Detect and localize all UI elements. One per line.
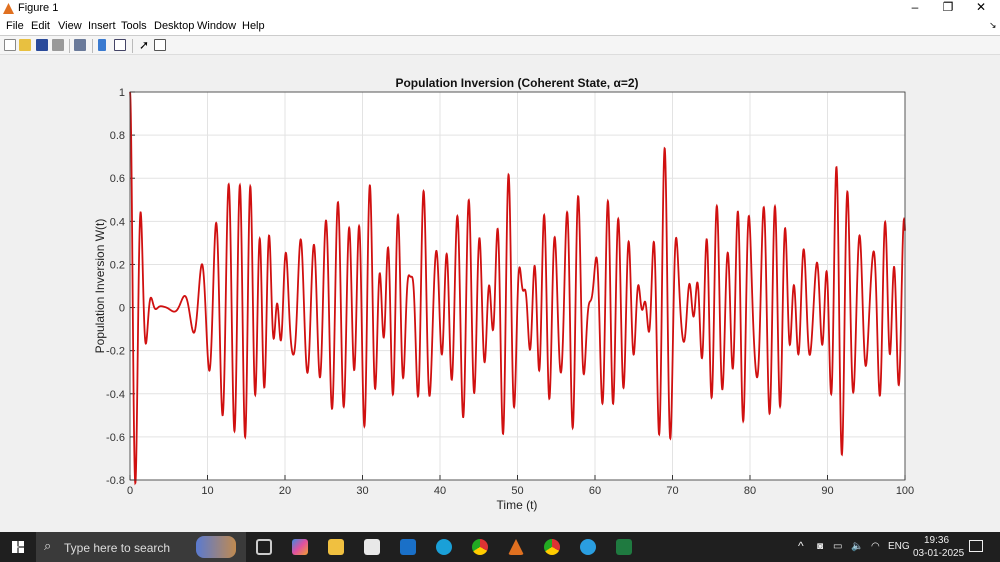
toolbar-divider [69, 39, 70, 53]
meet-now-icon[interactable]: ◙ [817, 541, 823, 552]
toolbar: ➚ [0, 35, 1000, 55]
menu-help[interactable]: Help [242, 20, 265, 32]
battery-icon[interactable]: ▭ [833, 541, 842, 552]
menu-window[interactable]: Window [197, 20, 236, 32]
new-figure-icon[interactable] [4, 39, 16, 51]
wifi-icon[interactable]: ◠ [871, 541, 880, 552]
y-tick-label: 0.2 [110, 259, 125, 271]
x-tick-label: 90 [821, 485, 833, 497]
open-file-icon[interactable] [19, 39, 31, 51]
menu-view[interactable]: View [58, 20, 82, 32]
y-tick-label: 1 [119, 87, 125, 99]
chart-title: Population Inversion (Coherent State, α=… [395, 76, 638, 90]
menu-file[interactable]: File [6, 20, 24, 32]
window-title: Figure 1 [18, 2, 59, 14]
y-tick-label: 0 [119, 303, 125, 315]
property-inspector-icon[interactable] [154, 39, 166, 51]
search-placeholder: Type here to search [64, 541, 171, 555]
file-explorer-icon[interactable] [328, 539, 344, 555]
matlab-logo-icon [3, 3, 14, 14]
x-tick-label: 50 [511, 485, 523, 497]
clock-time[interactable]: 19:36 [924, 535, 949, 546]
telegram-icon[interactable] [580, 539, 596, 555]
toolbar-divider [132, 39, 133, 53]
menu-tools[interactable]: Tools [121, 20, 147, 32]
clock-date[interactable]: 03-01-2025 [913, 548, 964, 559]
menu-desktop[interactable]: Desktop [154, 20, 194, 32]
taskbar: ⌕ Type here to search ^ ◙ ▭ 🔈 ◠ ENG 19:3… [0, 532, 1000, 562]
outlook-icon[interactable] [400, 539, 416, 555]
menu-insert[interactable]: Insert [88, 20, 116, 32]
x-tick-label: 100 [896, 485, 914, 497]
task-view-icon[interactable] [256, 539, 272, 555]
menu-edit[interactable]: Edit [31, 20, 50, 32]
x-tick-label: 10 [201, 485, 213, 497]
notifications-icon[interactable] [969, 540, 983, 552]
taskbar-search-box[interactable]: ⌕ Type here to search [36, 532, 246, 562]
x-tick-label: 30 [356, 485, 368, 497]
chrome-profile-icon[interactable] [544, 539, 560, 555]
pointer-icon[interactable]: ➚ [139, 39, 151, 51]
search-icon: ⌕ [44, 538, 52, 553]
y-axis-label: Population Inversion W(t) [93, 219, 107, 354]
microsoft-store-icon[interactable] [364, 539, 380, 555]
x-tick-label: 80 [744, 485, 756, 497]
volume-icon[interactable]: 🔈 [851, 541, 863, 552]
excel-icon[interactable] [616, 539, 632, 555]
toolbar-divider [92, 39, 93, 53]
x-tick-label: 0 [127, 485, 133, 497]
x-tick-label: 20 [279, 485, 291, 497]
y-tick-label: -0.4 [106, 389, 125, 401]
legend-icon[interactable] [114, 39, 126, 51]
cricket-search-highlight-icon[interactable] [196, 536, 236, 558]
y-tick-label: -0.6 [106, 432, 125, 444]
language-indicator[interactable]: ENG [888, 541, 910, 552]
y-tick-label: 0.8 [110, 130, 125, 142]
restore-button[interactable]: ❐ [933, 0, 963, 17]
close-button[interactable]: ✕ [966, 0, 996, 17]
y-tick-label: -0.2 [106, 346, 125, 358]
x-tick-label: 60 [589, 485, 601, 497]
dock-arrow-icon[interactable]: ↘ [989, 20, 997, 31]
y-tick-label: 0.4 [110, 216, 125, 228]
minimize-button[interactable]: – [900, 0, 930, 17]
save-icon[interactable] [36, 39, 48, 51]
matlab-taskbar-icon[interactable] [508, 539, 524, 555]
edge-icon[interactable] [436, 539, 452, 555]
x-tick-label: 70 [666, 485, 678, 497]
windows-start-icon[interactable] [12, 541, 24, 553]
figure-canvas: 0 10 20 30 40 50 60 70 80 90 100 -0.8 -0.6 -0.4 -0.2 0 0… [93, 76, 914, 512]
show-hidden-icons-button[interactable]: ^ [798, 539, 804, 553]
menu-bar: File Edit View Insert Tools Desktop Wind… [0, 17, 1000, 35]
chrome-icon[interactable] [472, 539, 488, 555]
x-tick-label: 40 [434, 485, 446, 497]
colorbar-icon[interactable] [98, 39, 106, 51]
title-bar: Figure 1 – ❐ ✕ [0, 0, 1000, 17]
y-tick-label: 0.6 [110, 173, 125, 185]
print-icon[interactable] [52, 39, 64, 51]
x-axis-label: Time (t) [497, 498, 538, 512]
copilot-icon[interactable] [292, 539, 308, 555]
y-tick-label: -0.8 [106, 475, 125, 487]
link-plot-icon[interactable] [74, 39, 86, 51]
